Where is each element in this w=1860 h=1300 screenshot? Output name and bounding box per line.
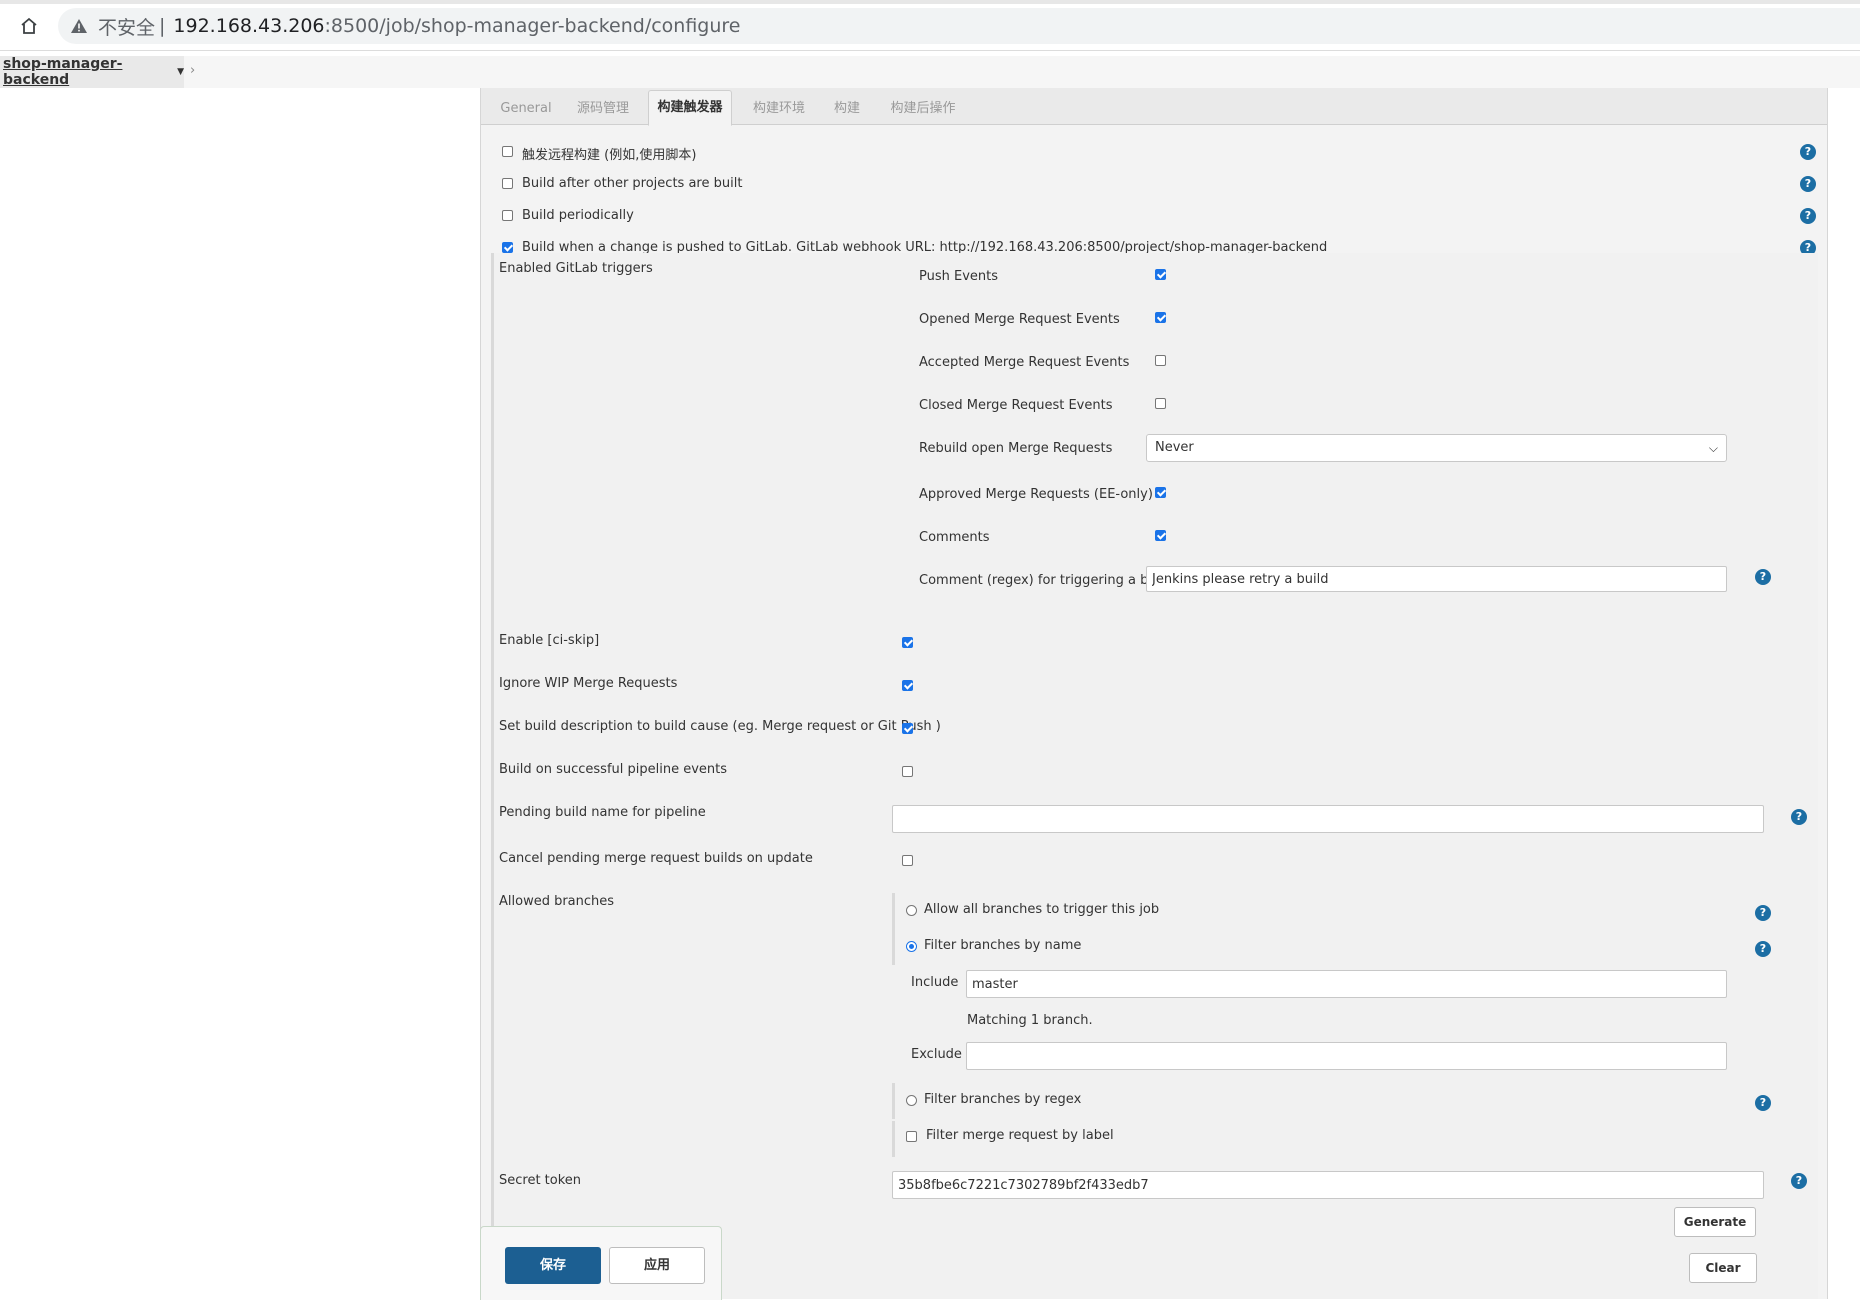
remote-build-label: 触发远程构建 (例如,使用脚本) [522,148,697,163]
pending-build-name-label: Pending build name for pipeline [499,805,706,820]
allow-all-branches-label: Allow all branches to trigger this job [924,902,1160,917]
matching-branches-text: Matching 1 branch. [967,1013,1093,1028]
allowed-branches-label: Allowed branches [499,894,615,909]
clear-button[interactable]: Clear [1689,1253,1757,1283]
rebuild-open-mr-label: Rebuild open Merge Requests [919,441,1113,456]
form-action-bar: 保存 应用 [480,1226,722,1300]
comments-label: Comments [919,530,990,545]
save-button[interactable]: 保存 [505,1247,601,1284]
cancel-pending-label: Cancel pending merge request builds on u… [499,851,813,866]
build-periodically-label: Build periodically [522,208,634,223]
build-after-other-label: Build after other projects are built [522,176,743,191]
browser-tabstrip [0,0,1860,4]
filter-by-label-label: Filter merge request by label [926,1128,1114,1143]
set-build-desc-label: Set build description to build cause (eg… [499,719,941,734]
exclude-label: Exclude [911,1047,962,1062]
opened-mr-events-label: Opened Merge Request Events [919,312,1120,327]
build-on-pipeline-label: Build on successful pipeline events [499,762,728,777]
exclude-input[interactable] [966,1042,1727,1070]
insecure-label: 不安全 [98,16,156,39]
set-build-desc-checkbox[interactable] [902,723,913,734]
enable-ci-skip-label: Enable [ci-skip] [499,633,600,648]
rebuild-open-mr-select[interactable]: Never ⌵ [1146,434,1727,462]
breadcrumb-job-link[interactable]: shop-manager-backend [3,56,172,88]
tab-build-triggers[interactable]: 构建触发器 [648,90,732,126]
apply-button[interactable]: 应用 [609,1247,705,1284]
gitlab-push-checkbox[interactable] [502,242,513,253]
filter-by-regex-label: Filter branches by regex [924,1092,1082,1107]
filter-by-name-radio[interactable] [906,941,917,952]
url-host: 192.168.43.206 [173,15,325,37]
accepted-mr-events-label: Accepted Merge Request Events [919,355,1130,370]
help-icon[interactable]: ? [1755,569,1771,585]
breadcrumb-item-job: shop-manager-backend ▼ [0,56,184,88]
url-path: :8500/job/shop-manager-backend/configure [324,15,741,37]
generate-button[interactable]: Generate [1674,1207,1756,1237]
breadcrumb: shop-manager-backend ▼ › [0,56,1860,88]
rebuild-open-mr-value: Never [1155,440,1194,455]
tab-build-environment[interactable]: 构建环境 [746,94,812,124]
build-after-other-checkbox[interactable] [502,178,513,189]
closed-mr-events-label: Closed Merge Request Events [919,398,1113,413]
tab-general[interactable]: General [498,94,554,124]
chevron-down-icon[interactable]: ▼ [177,67,184,77]
help-icon[interactable]: ? [1800,208,1816,224]
help-icon[interactable]: ? [1800,176,1816,192]
address-bar[interactable]: 不安全 | 192.168.43.206 :8500/job/shop-mana… [58,8,1860,44]
warning-icon [70,16,90,36]
branch-options-divider [892,1121,895,1157]
branch-options-divider [892,893,895,965]
breadcrumb-arrow-icon: › [190,63,196,78]
comments-checkbox[interactable] [1155,530,1166,541]
tab-build[interactable]: 构建 [828,94,866,124]
ignore-wip-label: Ignore WIP Merge Requests [499,676,678,691]
push-events-checkbox[interactable] [1155,269,1166,280]
home-button[interactable] [14,11,44,41]
accepted-mr-events-checkbox[interactable] [1155,355,1166,366]
approved-mr-checkbox[interactable] [1155,487,1166,498]
approved-mr-label: Approved Merge Requests (EE-only) [919,487,1153,502]
push-events-label: Push Events [919,269,999,284]
remote-build-checkbox[interactable] [502,146,513,157]
url-separator: | [159,15,166,37]
cancel-pending-checkbox[interactable] [902,855,913,866]
secret-token-label: Secret token [499,1173,582,1188]
secret-token-input[interactable] [892,1171,1764,1199]
ignore-wip-checkbox[interactable] [902,680,913,691]
help-icon[interactable]: ? [1755,905,1771,921]
help-icon[interactable]: ? [1800,144,1816,160]
allow-all-branches-radio[interactable] [906,905,917,916]
build-on-pipeline-checkbox[interactable] [902,766,913,777]
browser-toolbar: 不安全 | 192.168.43.206 :8500/job/shop-mana… [0,0,1860,51]
include-label: Include [911,975,959,990]
comment-regex-label: Comment (regex) for triggering a build [919,573,1173,588]
tab-source-control[interactable]: 源码管理 [570,94,636,124]
include-input[interactable] [966,970,1727,998]
gitlab-trigger-section: Enabled GitLab triggers Push Events Open… [491,253,1818,1299]
branch-options-divider [892,1083,895,1119]
opened-mr-events-checkbox[interactable] [1155,312,1166,323]
enabled-gitlab-triggers-label: Enabled GitLab triggers [499,261,653,276]
filter-by-regex-radio[interactable] [906,1095,917,1106]
enable-ci-skip-checkbox[interactable] [902,637,913,648]
help-icon[interactable]: ? [1791,1173,1807,1189]
pending-build-name-input[interactable] [892,805,1764,833]
chevron-down-icon: ⌵ [1708,441,1718,455]
home-icon [21,17,37,34]
closed-mr-events-checkbox[interactable] [1155,398,1166,409]
config-tabbar: General 源码管理 构建触发器 构建环境 构建 构建后操作 [481,88,1827,126]
config-panel: General 源码管理 构建触发器 构建环境 构建 构建后操作 触发远程构建 … [480,88,1828,1299]
help-icon[interactable]: ? [1755,941,1771,957]
help-icon[interactable]: ? [1755,1095,1771,1111]
filter-by-label-checkbox[interactable] [906,1131,917,1142]
help-icon[interactable]: ? [1791,809,1807,825]
build-periodically-checkbox[interactable] [502,210,513,221]
filter-by-name-label: Filter branches by name [924,938,1082,953]
tab-post-build[interactable]: 构建后操作 [881,94,965,124]
comment-regex-input[interactable] [1146,566,1727,592]
